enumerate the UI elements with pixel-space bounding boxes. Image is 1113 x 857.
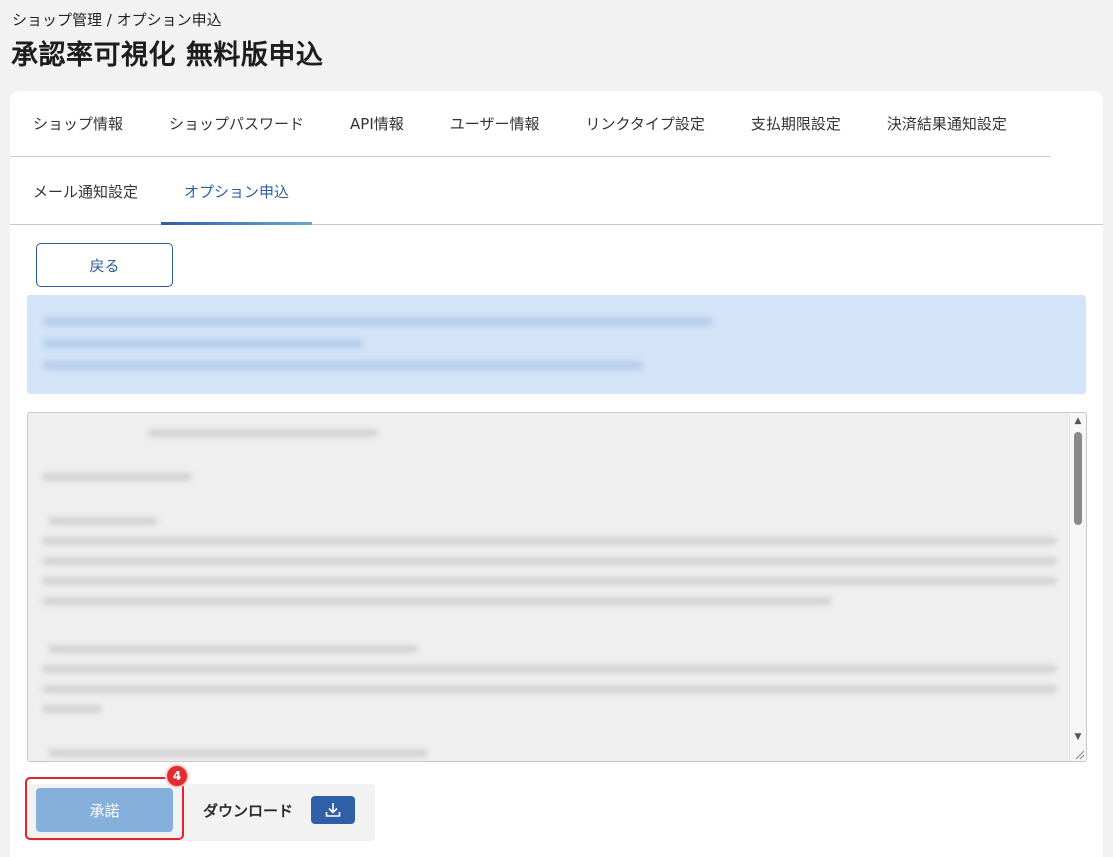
scrollbar[interactable]: ▲ ▼ [1069, 413, 1086, 761]
tab-api-info[interactable]: API情報 [327, 91, 427, 156]
redacted-line [42, 665, 1057, 673]
resize-grip-icon[interactable] [1073, 748, 1085, 760]
tab-mail-notification[interactable]: メール通知設定 [10, 158, 161, 224]
redacted-line [48, 645, 418, 653]
redacted-line [42, 557, 1057, 565]
back-button[interactable]: 戻る [36, 243, 173, 287]
tab-bar-row-2: メール通知設定 オプション申込 [10, 158, 1103, 225]
redacted-line [43, 317, 713, 326]
redacted-line [43, 361, 643, 370]
download-label: ダウンロード [203, 801, 294, 820]
terms-textarea[interactable]: ▲ ▼ [27, 412, 1087, 762]
triangle-up-icon[interactable]: ▲ [1070, 413, 1086, 429]
tab-option-application[interactable]: オプション申込 [161, 158, 313, 225]
download-tray-icon [311, 796, 356, 824]
tab-bar-row-1: ショップ情報 ショップパスワード API情報 ユーザー情報 リンクタイプ設定 支… [10, 91, 1051, 157]
page-title: 承認率可視化 無料版申込 [11, 40, 324, 71]
tab-link-type-settings[interactable]: リンクタイプ設定 [562, 91, 727, 156]
tab-payment-deadline-settings[interactable]: 支払期限設定 [728, 91, 864, 156]
tab-shop-password[interactable]: ショップパスワード [146, 91, 327, 156]
tab-user-info[interactable]: ユーザー情報 [427, 91, 563, 156]
redacted-line [42, 597, 832, 605]
triangle-down-icon[interactable]: ▼ [1070, 729, 1086, 745]
redacted-line [42, 537, 1057, 545]
tab-shop-info[interactable]: ショップ情報 [10, 91, 146, 156]
download-button[interactable]: ダウンロード [203, 790, 356, 830]
scroll-thumb[interactable] [1074, 432, 1082, 525]
redacted-line [42, 577, 1057, 585]
redacted-line [42, 705, 102, 713]
redacted-line [148, 429, 378, 437]
redacted-line [42, 473, 192, 481]
step-badge: 4 [165, 764, 189, 788]
redacted-line [42, 685, 1057, 693]
redacted-line [43, 339, 363, 348]
highlight-frame [25, 777, 184, 840]
breadcrumb: ショップ管理 / オプション申込 [12, 11, 222, 29]
info-notice [27, 295, 1086, 394]
tab-payment-result-notification[interactable]: 決済結果通知設定 [864, 91, 1030, 156]
redacted-line [48, 517, 158, 525]
content-card: ショップ情報 ショップパスワード API情報 ユーザー情報 リンクタイプ設定 支… [10, 91, 1103, 857]
redacted-line [48, 749, 428, 757]
